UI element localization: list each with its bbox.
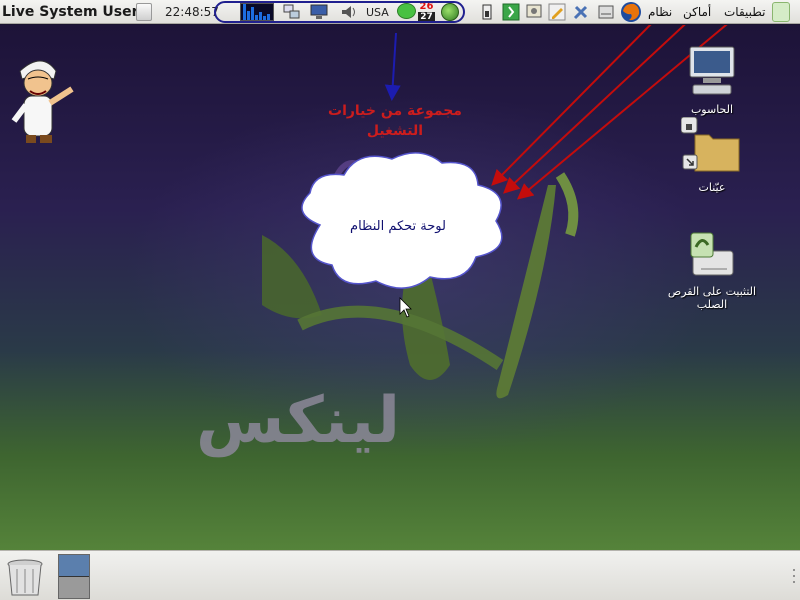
desktop[interactable]: لينكس مجموعة من خيارات التشغيل لوحة تحكم… <box>0 25 800 550</box>
workspace-1[interactable] <box>59 555 89 577</box>
system-monitor-icon[interactable] <box>240 3 274 21</box>
calendar-day: 26 <box>419 1 434 12</box>
computer-icon <box>689 46 735 95</box>
menu-system[interactable]: نظام <box>648 0 672 24</box>
desktop-icon-computer[interactable]: الحاسوب <box>652 45 772 116</box>
calendar-icon[interactable]: 26 27 <box>418 1 435 23</box>
chat-icon[interactable] <box>397 3 416 19</box>
calendar-next: 27 <box>418 12 435 23</box>
desktop-icon-label: عيّنات <box>698 181 726 194</box>
install-icon <box>690 232 734 276</box>
clock[interactable]: 22:48:57 <box>165 0 219 24</box>
menu-applications[interactable]: تطبيقات <box>724 0 765 24</box>
desktop-icon-install[interactable]: التثبيت على القرص الصلب <box>652 229 772 311</box>
drive-icon[interactable] <box>597 3 615 21</box>
keyboard-layout-indicator[interactable]: USA <box>366 0 389 24</box>
panel-grip-icon[interactable] <box>791 567 797 585</box>
tools-icon[interactable] <box>572 3 590 21</box>
mouse-cursor <box>399 297 412 318</box>
trash-icon[interactable] <box>6 558 44 598</box>
menu-places[interactable]: أماكن <box>683 0 711 24</box>
workspace-switcher[interactable] <box>58 554 90 599</box>
annotation-control-panel: لوحة تحكم النظام <box>350 219 446 234</box>
folder-icon <box>680 116 740 172</box>
desktop-icon-label: التثبيت على القرص الصلب <box>667 285 757 311</box>
exit-icon[interactable] <box>502 3 520 21</box>
globe-icon[interactable] <box>441 3 459 21</box>
battery-icon[interactable] <box>478 3 496 21</box>
user-icon[interactable] <box>136 3 152 21</box>
desktop-icon-samples[interactable]: عيّنات <box>652 116 772 194</box>
user-switcher-label[interactable]: Live System User <box>2 0 139 24</box>
distro-logo-icon[interactable] <box>772 2 790 22</box>
display-icon[interactable] <box>310 3 328 21</box>
workspace-2[interactable] <box>59 577 89 598</box>
volume-icon[interactable] <box>340 3 358 21</box>
network-icon[interactable] <box>283 3 301 21</box>
pencil-icon[interactable] <box>548 3 566 21</box>
top-panel: Live System User 22:48:57 USA 26 27 نظام… <box>0 0 800 24</box>
firefox-icon[interactable] <box>620 1 642 23</box>
screen-icon[interactable] <box>525 3 543 21</box>
red-arrow-system <box>491 25 652 186</box>
desktop-icon-label: الحاسوب <box>690 103 734 116</box>
blue-arrow <box>384 32 401 101</box>
bottom-panel <box>0 550 800 600</box>
